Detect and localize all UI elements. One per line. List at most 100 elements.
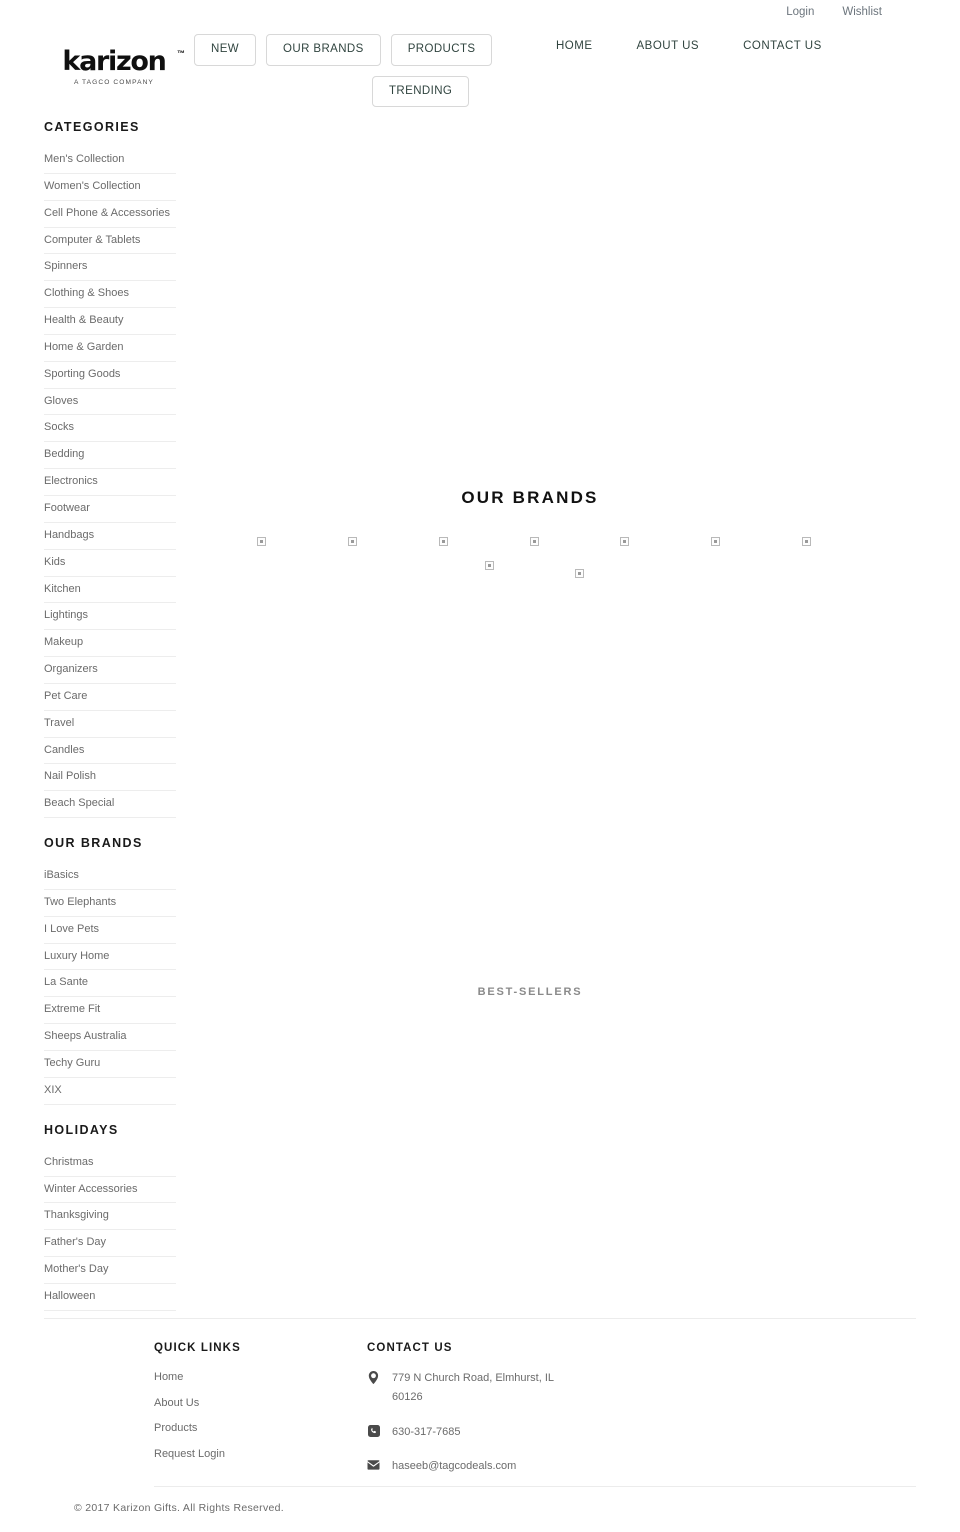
list-item: Lightings	[44, 603, 176, 631]
sidebar-category-item-0[interactable]: Men's Collection	[44, 147, 176, 174]
sidebar-category-item-10[interactable]: Socks	[44, 415, 176, 443]
nav-button-trending[interactable]: TRENDING	[372, 75, 470, 107]
nav-button-products[interactable]: PRODUCTS	[390, 34, 493, 66]
sidebar-category-item-23[interactable]: Nail Polish	[44, 764, 176, 792]
brand-logo-placeholder-7[interactable]	[485, 561, 494, 570]
footer-top-divider	[44, 1318, 916, 1319]
trademark-icon: ™	[177, 49, 185, 58]
sidebar: CATEGORIES Men's Collection Women's Colle…	[44, 120, 176, 1311]
list-item: Christmas	[44, 1150, 176, 1177]
brand-logo-placeholder-2[interactable]	[439, 537, 448, 546]
footer-bottom-divider	[154, 1486, 916, 1487]
logo-wordmark: karizon	[62, 46, 166, 77]
sidebar-category-item-22[interactable]: Candles	[44, 738, 176, 765]
list-item: Women's Collection	[44, 174, 176, 201]
sidebar-category-item-20[interactable]: Pet Care	[44, 684, 176, 711]
nav-button-new[interactable]: NEW	[194, 34, 257, 66]
sidebar-brand-item-6[interactable]: Sheeps Australia	[44, 1024, 176, 1051]
page-root: Login Wishlist karizon ™ A TAGCO COMPANY…	[0, 0, 960, 1532]
sidebar-brand-item-0[interactable]: iBasics	[44, 863, 176, 890]
list-item: La Sante	[44, 970, 176, 998]
sidebar-category-item-1[interactable]: Women's Collection	[44, 174, 176, 201]
list-item: Candles	[44, 738, 176, 765]
contact-phone[interactable]: 630-317-7685	[392, 1423, 461, 1442]
brand-logo-placeholder-4[interactable]	[620, 537, 629, 546]
sidebar-brand-item-2[interactable]: I Love Pets	[44, 917, 176, 944]
footer-heading-quick-links: QUICK LINKS	[154, 1342, 241, 1354]
list-item: Halloween	[44, 1284, 176, 1311]
footer-link-home[interactable]: Home	[154, 1369, 309, 1387]
sidebar-category-list: Men's Collection Women's Collection Cell P…	[44, 147, 176, 819]
list-item: Sheeps Australia	[44, 1024, 176, 1051]
list-item: Techy Guru	[44, 1051, 176, 1078]
brand-logo-placeholder-0[interactable]	[257, 537, 266, 546]
sidebar-holiday-item-1[interactable]: Winter Accessories	[44, 1177, 176, 1204]
list-item: XIX	[44, 1078, 176, 1105]
brand-logo-strip	[200, 525, 860, 585]
list-item: Bedding	[44, 442, 176, 470]
sidebar-holiday-item-4[interactable]: Mother's Day	[44, 1257, 176, 1284]
sidebar-category-item-6[interactable]: Health & Beauty	[44, 308, 176, 335]
wishlist-link[interactable]: Wishlist	[842, 7, 882, 19]
footer-link-about-us[interactable]: About Us	[154, 1395, 309, 1413]
contact-address: 779 N Church Road, Elmhurst, IL 60126	[392, 1372, 554, 1404]
sidebar-category-item-24[interactable]: Beach Special	[44, 791, 176, 819]
sidebar-category-item-14[interactable]: Handbags	[44, 523, 176, 550]
site-logo[interactable]: karizon ™ A TAGCO COMPANY	[54, 46, 185, 86]
main-nav: HOME ABOUT US CONTACT US	[556, 40, 822, 52]
nav-button-our-brands[interactable]: OUR BRANDS	[266, 34, 381, 66]
brand-logo-placeholder-3[interactable]	[530, 537, 539, 546]
footer-heading-contact-us: CONTACT US	[367, 1342, 453, 1354]
sidebar-category-item-3[interactable]: Computer & Tablets	[44, 228, 176, 255]
list-item: Men's Collection	[44, 147, 176, 174]
list-item: Mother's Day	[44, 1257, 176, 1284]
sidebar-category-item-7[interactable]: Home & Garden	[44, 335, 176, 362]
nav-link-about-us[interactable]: ABOUT US	[637, 40, 700, 52]
list-item: Gloves	[44, 389, 176, 416]
footer-link-request-login[interactable]: Request Login	[154, 1446, 309, 1464]
sidebar-category-item-13[interactable]: Footwear	[44, 496, 176, 523]
sidebar-category-item-11[interactable]: Bedding	[44, 442, 176, 470]
list-item: Electronics	[44, 469, 176, 496]
sidebar-category-item-9[interactable]: Gloves	[44, 389, 176, 416]
sidebar-brand-item-7[interactable]: Techy Guru	[44, 1051, 176, 1078]
sidebar-category-item-17[interactable]: Lightings	[44, 603, 176, 631]
sidebar-holiday-item-2[interactable]: Thanksgiving	[44, 1203, 176, 1231]
sidebar-category-item-16[interactable]: Kitchen	[44, 577, 176, 604]
sidebar-category-item-2[interactable]: Cell Phone & Accessories	[44, 201, 176, 228]
footer-columns: QUICK LINKS Home About Us Products Request …	[154, 1342, 697, 1491]
sidebar-category-item-4[interactable]: Spinners	[44, 254, 176, 282]
brand-logo-placeholder-5[interactable]	[711, 537, 720, 546]
sidebar-brand-item-8[interactable]: XIX	[44, 1078, 176, 1105]
sidebar-category-item-15[interactable]: Kids	[44, 550, 176, 577]
nav-link-contact-us[interactable]: CONTACT US	[743, 40, 822, 52]
list-item: Kitchen	[44, 577, 176, 604]
sidebar-category-item-8[interactable]: Sporting Goods	[44, 362, 176, 389]
sidebar-category-item-19[interactable]: Organizers	[44, 657, 176, 684]
brand-logo-placeholder-1[interactable]	[348, 537, 357, 546]
sidebar-brand-item-1[interactable]: Two Elephants	[44, 890, 176, 917]
sidebar-category-item-5[interactable]: Clothing & Shoes	[44, 281, 176, 309]
contact-email[interactable]: haseeb@tagcodeals.com	[392, 1457, 516, 1476]
sidebar-brand-item-5[interactable]: Extreme Fit	[44, 997, 176, 1025]
sidebar-brand-item-4[interactable]: La Sante	[44, 970, 176, 998]
list-item: Socks	[44, 415, 176, 443]
brand-logo-placeholder-8[interactable]	[575, 569, 584, 578]
login-link[interactable]: Login	[786, 7, 814, 19]
sidebar-category-item-18[interactable]: Makeup	[44, 630, 176, 658]
sidebar-brand-item-3[interactable]: Luxury Home	[44, 944, 176, 971]
nav-link-home[interactable]: HOME	[556, 40, 593, 52]
sidebar-category-item-12[interactable]: Electronics	[44, 469, 176, 496]
footer-contact-column: CONTACT US 779 N Church Road, Elmhurst, …	[367, 1342, 697, 1491]
sidebar-holiday-item-5[interactable]: Halloween	[44, 1284, 176, 1311]
list-item: Cell Phone & Accessories	[44, 201, 176, 228]
list-item: Extreme Fit	[44, 997, 176, 1025]
brand-logo-placeholder-6[interactable]	[802, 537, 811, 546]
contact-phone-row: 630-317-7685	[367, 1423, 697, 1442]
sidebar-holiday-item-0[interactable]: Christmas	[44, 1150, 176, 1177]
footer-link-products[interactable]: Products	[154, 1420, 309, 1438]
sidebar-holiday-item-3[interactable]: Father's Day	[44, 1230, 176, 1258]
phone-icon	[367, 1424, 380, 1438]
sidebar-category-item-21[interactable]: Travel	[44, 711, 176, 738]
list-item: I Love Pets	[44, 917, 176, 944]
